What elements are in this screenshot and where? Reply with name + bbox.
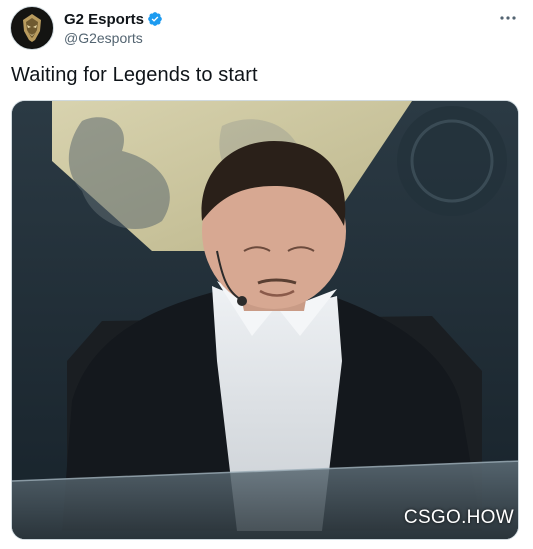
author-avatar[interactable] — [10, 6, 54, 50]
media-watermark: CSGO.HOW — [403, 507, 514, 528]
tweet-text: Waiting for Legends to start — [11, 64, 258, 86]
author-display-name[interactable]: G2 Esports — [64, 11, 144, 28]
more-options-icon — [500, 16, 516, 20]
verified-badge-icon — [148, 12, 162, 26]
photo-scene — [12, 101, 518, 539]
author-handle[interactable]: @G2esports — [64, 30, 163, 46]
g2-samurai-logo-icon — [12, 8, 52, 48]
tweet-card[interactable]: G2 Esports @G2esports Waiting for Legend… — [0, 0, 533, 549]
tweet-media-photo[interactable]: CSGO.HOW — [11, 100, 519, 540]
author-info: G2 Esports @G2esports — [64, 9, 163, 46]
more-options-button[interactable] — [497, 8, 519, 28]
author-name-row: G2 Esports — [64, 9, 163, 29]
